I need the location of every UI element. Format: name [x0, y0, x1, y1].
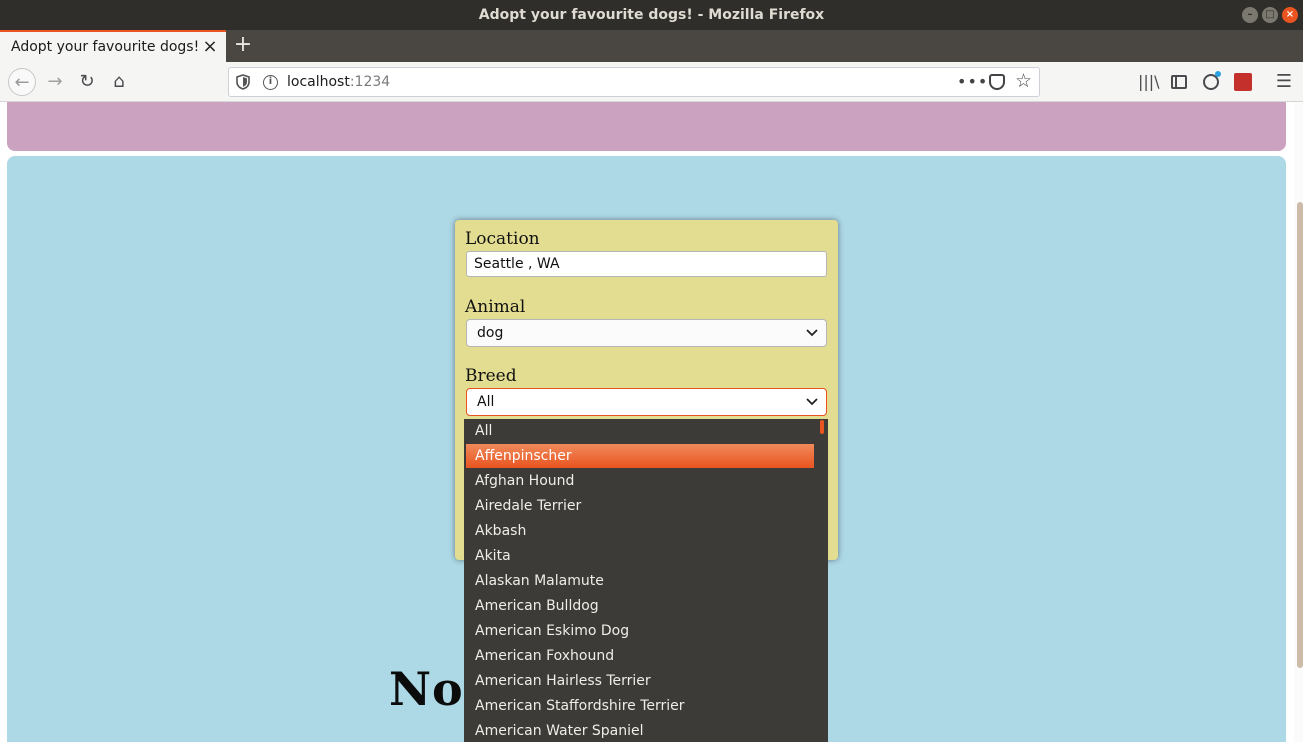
tab-strip: Adopt your favourite dogs! × +	[0, 30, 1303, 62]
hamburger-menu-icon[interactable]: ☰	[1274, 72, 1294, 92]
breed-option[interactable]: Alaskan Malamute	[466, 569, 814, 593]
close-window-button[interactable]: ×	[1282, 7, 1298, 23]
dropdown-scrollbar-thumb[interactable]	[820, 420, 824, 434]
chevron-down-icon	[806, 320, 818, 346]
pocket-icon[interactable]	[989, 74, 1005, 90]
tab-close-icon[interactable]: ×	[200, 37, 220, 57]
url-host: localhost	[287, 74, 350, 90]
breed-option[interactable]: All	[466, 419, 814, 443]
forward-button[interactable]: →	[41, 68, 69, 96]
breed-option[interactable]: American Foxhound	[466, 644, 814, 668]
page-actions-icon[interactable]: •••	[957, 72, 988, 91]
maximize-button[interactable]: □	[1262, 7, 1278, 23]
breed-option[interactable]: American Staffordshire Terrier	[466, 694, 814, 718]
breed-option[interactable]: Akita	[466, 544, 814, 568]
animal-label: Animal	[465, 297, 526, 317]
breed-label: Breed	[465, 366, 517, 386]
breed-option[interactable]: American Eskimo Dog	[466, 619, 814, 643]
home-button[interactable]: ⌂	[105, 68, 133, 96]
breed-option[interactable]: American Water Spaniel	[466, 719, 814, 742]
breed-option[interactable]: Airedale Terrier	[466, 494, 814, 518]
breed-option[interactable]: American Bulldog	[466, 594, 814, 618]
breed-option[interactable]: Affenpinscher	[466, 444, 814, 468]
breed-select[interactable]: All	[466, 388, 827, 416]
breed-option[interactable]: Afghan Hound	[466, 469, 814, 493]
location-label: Location	[465, 229, 540, 249]
animal-select[interactable]: dog	[466, 319, 827, 347]
breed-option[interactable]: Akbash	[466, 519, 814, 543]
bookmark-star-icon[interactable]: ☆	[1015, 70, 1032, 92]
shield-icon[interactable]	[236, 74, 250, 90]
new-tab-button[interactable]: +	[232, 34, 254, 56]
location-input[interactable]: Seattle , WA	[466, 251, 827, 277]
window-title: Adopt your favourite dogs! - Mozilla Fir…	[478, 7, 825, 23]
account-icon[interactable]	[1201, 71, 1221, 92]
sidebar-icon[interactable]	[1169, 72, 1189, 92]
site-info-icon[interactable]: i	[263, 75, 278, 90]
url-text[interactable]: localhost:1234	[287, 74, 390, 90]
nav-toolbar: ← → ↻ ⌂ i localhost:1234 ••• ☆ |||\ ☰	[0, 62, 1303, 102]
minimize-button[interactable]: –	[1242, 7, 1258, 23]
library-icon[interactable]: |||\	[1138, 72, 1160, 92]
page-scrollbar-thumb[interactable]	[1297, 202, 1303, 668]
animal-select-value: dog	[477, 325, 504, 341]
tab-title: Adopt your favourite dogs!	[11, 39, 200, 55]
url-bar[interactable]: i localhost:1234 ••• ☆	[228, 67, 1040, 97]
header-band	[7, 102, 1286, 151]
tab-active[interactable]: Adopt your favourite dogs! ×	[0, 30, 226, 62]
breed-select-value: All	[477, 394, 495, 410]
window-titlebar: Adopt your favourite dogs! - Mozilla Fir…	[0, 0, 1303, 30]
breed-option[interactable]: American Hairless Terrier	[466, 669, 814, 693]
url-port: :1234	[349, 74, 391, 90]
back-button[interactable]: ←	[8, 68, 36, 96]
chevron-down-icon	[806, 389, 818, 415]
extension-icon[interactable]	[1233, 72, 1253, 92]
reload-button[interactable]: ↻	[73, 68, 101, 96]
breed-dropdown-list: All Affenpinscher Afghan Hound Airedale Ter…	[464, 419, 828, 742]
